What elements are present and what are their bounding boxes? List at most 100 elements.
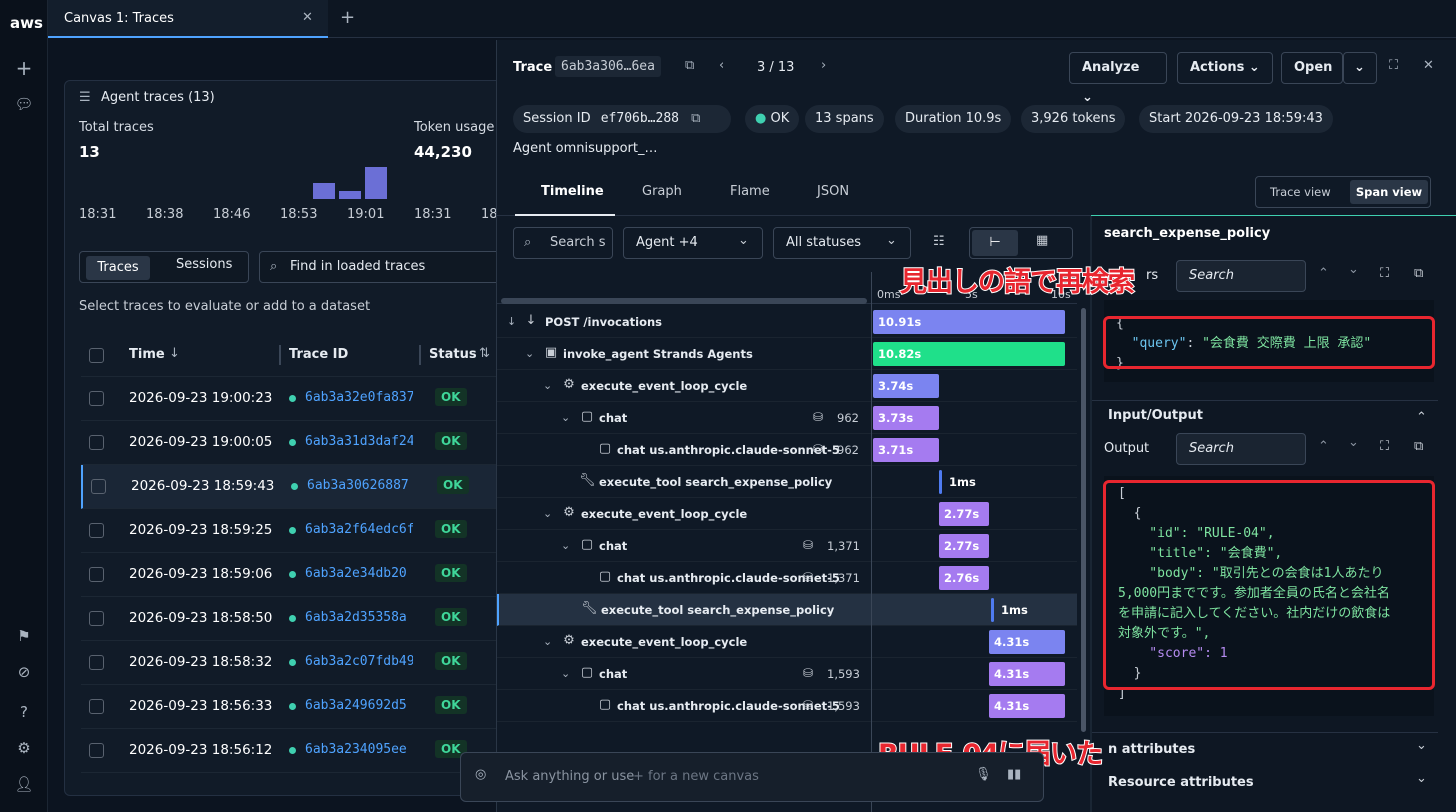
copy-icon[interactable]: ⧉ <box>685 58 694 73</box>
chevron-right-icon[interactable]: › <box>821 58 826 73</box>
horizontal-scrollbar[interactable] <box>501 298 867 304</box>
row-checkbox[interactable] <box>89 655 104 670</box>
chevron-down-icon[interactable]: ⌄ <box>1348 262 1359 277</box>
table-row[interactable]: 2026-09-23 18:59:25 6ab3a2f64edc6f OK <box>81 509 514 553</box>
expand-chevron-icon[interactable]: ⌄ <box>543 507 552 520</box>
span-row[interactable]: ⌄ ⚙ execute_event_loop_cycle 4.31s <box>497 626 1077 658</box>
chevron-down-icon[interactable]: ⌄ <box>1348 435 1359 450</box>
row-trace-id[interactable]: 6ab3a2f64edc6f <box>305 522 413 537</box>
output-search-input[interactable]: Search <box>1176 433 1306 465</box>
io-section-label[interactable]: Input/Output <box>1108 408 1203 423</box>
chevron-left-icon[interactable]: ‹ <box>719 58 724 73</box>
agent-filter[interactable]: Agent +4 ⌄ <box>623 227 763 259</box>
chevron-up-icon[interactable]: ⌃ <box>1416 410 1427 425</box>
table-row[interactable]: 2026-09-23 19:00:05 6ab3a31d3daf24 OK <box>81 421 514 465</box>
status-filter[interactable]: All statuses ⌄ <box>773 227 911 259</box>
feedback-icon[interactable]: ⚑ <box>14 626 34 646</box>
table-row[interactable]: 2026-09-23 18:56:33 6ab3a249692d5 OK <box>81 685 514 729</box>
expand-chevron-icon[interactable]: ⌄ <box>561 539 570 552</box>
row-checkbox[interactable] <box>91 479 106 494</box>
tab-timeline[interactable]: Timeline <box>515 172 615 216</box>
col-status[interactable]: Status <box>429 347 477 362</box>
chevron-up-icon[interactable]: ⌃ <box>1318 266 1329 281</box>
span-row[interactable]: ⌄ ▢ chat ⛁ 962 3.73s <box>497 402 1077 434</box>
table-row[interactable]: 2026-09-23 18:59:06 6ab3a2e34db20 OK <box>81 553 514 597</box>
col-time[interactable]: Time <box>129 347 165 362</box>
row-checkbox[interactable] <box>89 523 104 538</box>
table-row[interactable]: 2026-09-23 18:58:50 6ab3a2d35358a OK <box>81 597 514 641</box>
find-traces-input[interactable]: ⌕ Find in loaded traces <box>259 251 509 283</box>
span-row[interactable]: 🔧︎ execute_tool search_expense_policy 1ms <box>497 466 1077 498</box>
span-row[interactable]: ⌄ ⚙ execute_event_loop_cycle 2.77s <box>497 498 1077 530</box>
user-icon[interactable]: 👤︎ <box>14 774 34 794</box>
actions-button[interactable]: Actions ⌄ <box>1177 52 1273 84</box>
add-tab-icon[interactable]: + <box>340 7 355 28</box>
copy-icon[interactable]: ⧉ <box>691 111 700 126</box>
span-row[interactable]: ⌄ ▣ invoke_agent Strands Agents 10.82s <box>497 338 1077 370</box>
span-row[interactable]: ⌄ ⚙ execute_event_loop_cycle 3.74s <box>497 370 1077 402</box>
sort-icon[interactable]: ⇅ <box>479 346 490 361</box>
table-row[interactable]: 2026-09-23 18:56:12 6ab3a234095ee OK <box>81 729 514 773</box>
chevron-down-icon[interactable]: ⌄ <box>1416 771 1427 786</box>
col-trace-id[interactable]: Trace ID <box>289 347 348 362</box>
expand-chevron-icon[interactable]: ⌄ <box>525 347 534 360</box>
expand-chevron-icon[interactable]: ⌄ <box>561 667 570 680</box>
span-row[interactable]: 🔧︎ execute_tool search_expense_policy 1ms <box>497 594 1077 626</box>
tab-canvas[interactable]: Canvas 1: Traces ✕ <box>48 0 328 38</box>
chevron-down-icon[interactable]: ⌄ <box>1416 738 1427 753</box>
chevron-up-icon[interactable]: ⌃ <box>1318 439 1329 454</box>
span-search-input[interactable]: ⌕ Search s <box>513 227 613 259</box>
waveform-icon[interactable]: ▮▮ <box>1007 767 1021 782</box>
copy-icon[interactable]: ⧉ <box>1414 439 1423 454</box>
table-row[interactable]: 2026-09-23 18:59:43 6ab3a30626887 OK <box>81 465 514 509</box>
expand-chevron-icon[interactable]: ⌄ <box>543 379 552 392</box>
params-search-input[interactable]: Search <box>1176 260 1306 292</box>
attributes-section-label[interactable]: n attributes <box>1108 742 1195 757</box>
row-checkbox[interactable] <box>89 699 104 714</box>
span-row[interactable]: ▢ chat us.anthropic.claude-sonnet-5 ⛁ 962 3.… <box>497 434 1077 466</box>
close-icon[interactable]: ✕ <box>302 10 313 25</box>
plus-icon[interactable]: + <box>14 58 34 78</box>
table-row[interactable]: 2026-09-23 19:00:23 6ab3a32e0fa837 OK <box>81 377 514 421</box>
help-icon[interactable]: ? <box>14 702 34 722</box>
close-icon[interactable]: ✕ <box>1423 58 1434 73</box>
open-menu-button[interactable]: ⌄ <box>1343 52 1377 84</box>
tree-icon[interactable]: ⊢ <box>972 230 1018 256</box>
row-trace-id[interactable]: 6ab3a30626887 <box>307 478 415 493</box>
trace-view-button[interactable]: Trace view <box>1270 185 1331 199</box>
tab-sessions[interactable]: Sessions <box>176 257 232 272</box>
tab-json[interactable]: JSON <box>817 184 849 199</box>
chat-input-bar[interactable]: ◎ Ask anything or use + for a new canvas… <box>460 752 1044 802</box>
open-button[interactable]: Open <box>1281 52 1343 84</box>
span-row[interactable]: ⌄ ▢ chat ⛁ 1,593 4.31s <box>497 658 1077 690</box>
tab-traces[interactable]: Traces <box>86 256 150 280</box>
span-row[interactable]: ⌄ ▢ chat ⛁ 1,371 2.77s <box>497 530 1077 562</box>
collapse-icon[interactable]: ☷ <box>933 234 945 249</box>
row-checkbox[interactable] <box>89 567 104 582</box>
fullscreen-icon[interactable]: ⛶ <box>1389 58 1398 73</box>
explore-icon[interactable]: ⊘ <box>14 662 34 682</box>
row-trace-id[interactable]: 6ab3a234095ee <box>305 742 413 757</box>
span-view-button[interactable]: Span view <box>1350 180 1428 204</box>
row-trace-id[interactable]: 6ab3a32e0fa837 <box>305 390 413 405</box>
row-checkbox[interactable] <box>89 435 104 450</box>
span-row[interactable]: ↓ ↓ POST /invocations 10.91s <box>497 306 1077 338</box>
span-row[interactable]: ▢ chat us.anthropic.claude-sonnet-5 ⛁ 1,371… <box>497 562 1077 594</box>
waterfall-scrollbar[interactable] <box>1081 308 1086 732</box>
select-all-checkbox[interactable] <box>89 348 104 363</box>
expand-icon[interactable]: ⛶ <box>1380 439 1389 454</box>
sort-down-icon[interactable]: ↓ <box>169 346 180 361</box>
resource-attributes-label[interactable]: Resource attributes <box>1108 775 1254 790</box>
row-trace-id[interactable]: 6ab3a31d3daf24 <box>305 434 413 449</box>
aws-logo[interactable]: aws <box>10 14 43 32</box>
grid-icon[interactable]: ▦ <box>1036 233 1048 248</box>
gear-icon[interactable]: ⚙ <box>14 738 34 758</box>
row-trace-id[interactable]: 6ab3a2e34db20 <box>305 566 413 581</box>
row-trace-id[interactable]: 6ab3a2d35358a <box>305 610 413 625</box>
row-checkbox[interactable] <box>89 743 104 758</box>
analyze-button[interactable]: Analyze ⌄ <box>1069 52 1167 105</box>
microphone-icon[interactable]: 🎙︎ <box>975 767 992 782</box>
row-trace-id[interactable]: 6ab3a249692d5 <box>305 698 413 713</box>
tab-flame[interactable]: Flame <box>730 184 770 199</box>
expand-chevron-icon[interactable]: ↓ <box>507 315 516 328</box>
